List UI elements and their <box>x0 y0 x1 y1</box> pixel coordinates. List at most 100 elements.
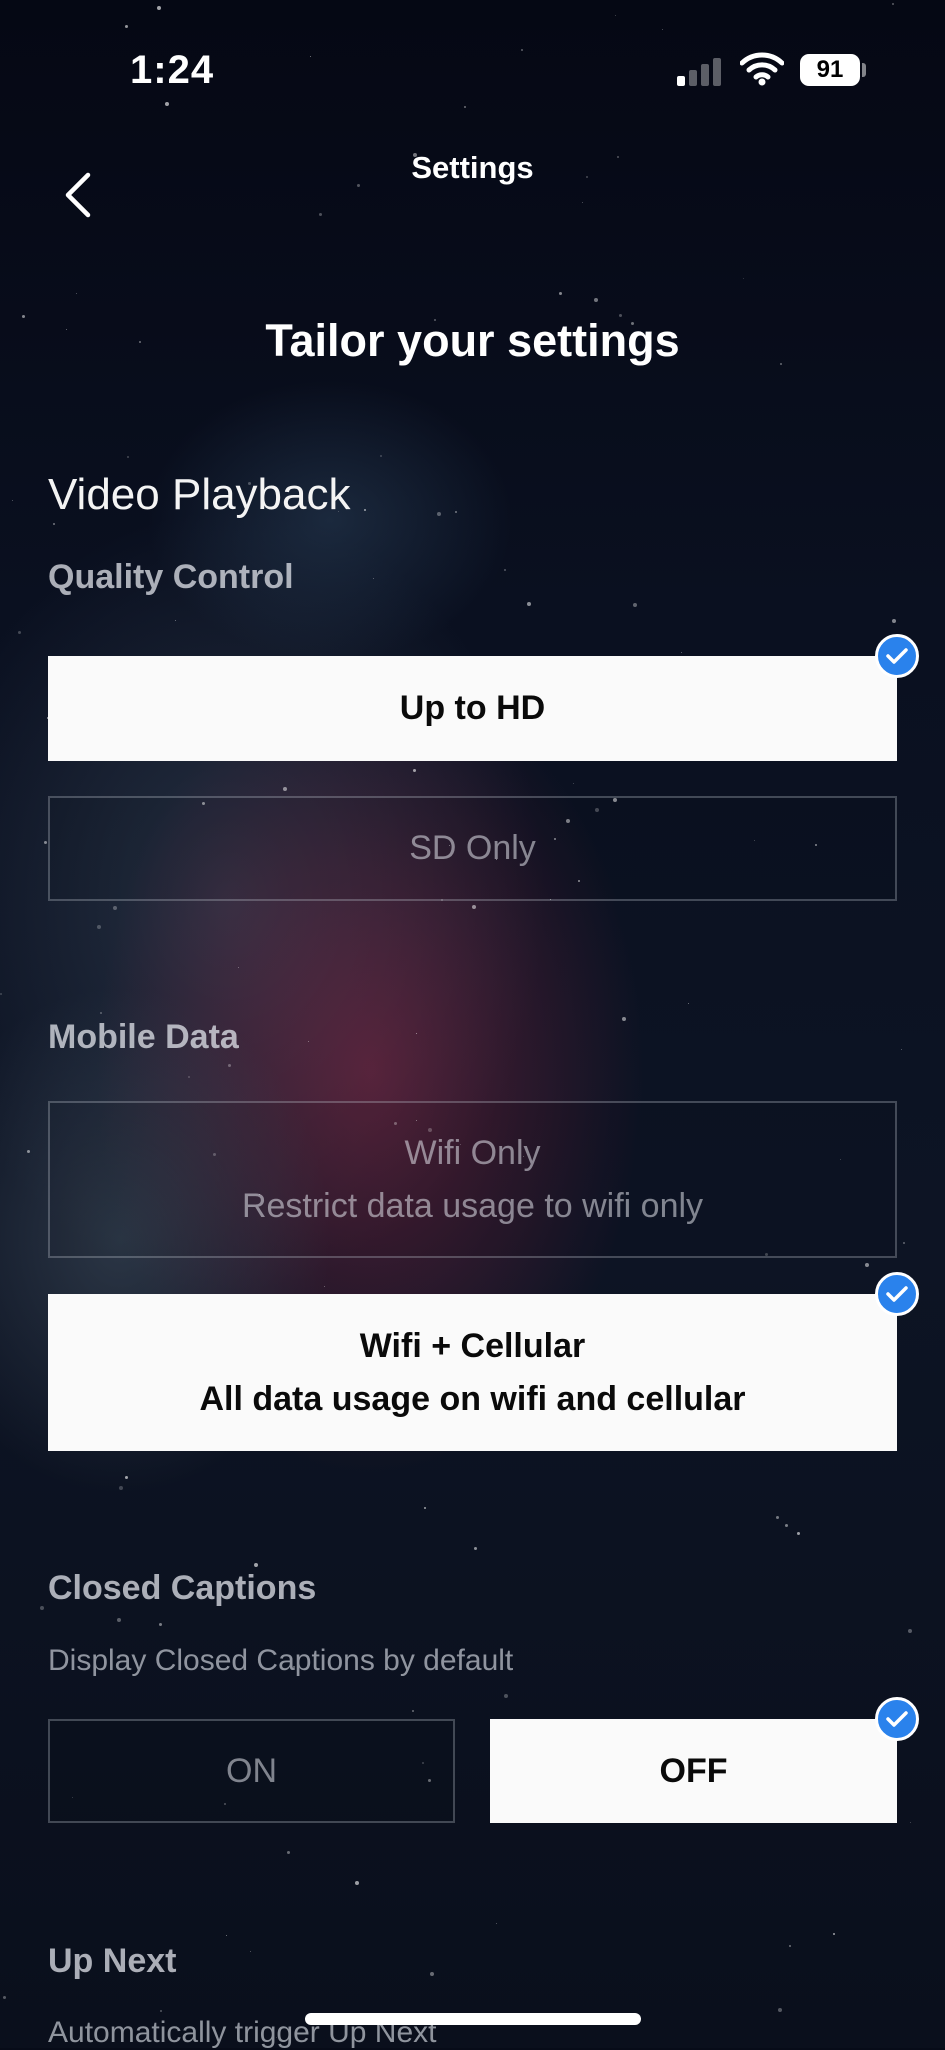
star-dot <box>892 619 896 623</box>
closed-captions-label: Closed Captions <box>48 1569 317 1607</box>
star-dot <box>504 1694 508 1698</box>
star-dot <box>504 569 506 571</box>
star-dot <box>474 1547 477 1550</box>
star-dot <box>527 602 531 606</box>
star-dot <box>573 783 574 784</box>
star-dot <box>364 509 366 511</box>
quality-option-label: Up to HD <box>399 689 546 727</box>
star-dot <box>27 1150 30 1153</box>
checkmark-icon <box>875 1272 919 1316</box>
captions-option-label: ON <box>226 1751 277 1790</box>
star-dot <box>12 500 13 501</box>
nav-title: Settings <box>411 150 534 185</box>
star-dot <box>865 1263 869 1267</box>
star-dot <box>226 1935 227 1936</box>
star-dot <box>594 298 598 302</box>
star-dot <box>53 523 55 525</box>
wifi-icon <box>739 52 785 86</box>
star-dot <box>319 213 322 216</box>
mobile-data-option-subtitle: All data usage on wifi and cellular <box>199 1379 746 1418</box>
up-next-label: Up Next <box>48 1942 177 1980</box>
star-dot <box>903 1242 905 1244</box>
star-dot <box>412 1710 414 1712</box>
star-dot <box>622 1017 626 1021</box>
star-dot <box>308 1041 309 1042</box>
star-dot <box>117 1618 121 1622</box>
captions-option-label: OFF <box>659 1751 728 1790</box>
star-dot <box>908 1629 912 1633</box>
star-dot <box>113 906 117 910</box>
star-dot <box>373 578 374 579</box>
star-dot <box>833 1933 835 1935</box>
star-dot <box>159 1623 162 1626</box>
star-dot <box>633 603 637 607</box>
star-dot <box>228 1064 231 1067</box>
star-dot <box>413 769 416 772</box>
star-dot <box>472 905 476 909</box>
mobile-data-option-wifi-only[interactable]: Wifi Only Restrict data usage to wifi on… <box>48 1101 897 1258</box>
star-dot <box>785 1524 788 1527</box>
star-dot <box>437 512 441 516</box>
star-dot <box>40 1606 44 1610</box>
star-dot <box>681 652 682 653</box>
star-dot <box>44 841 47 844</box>
page-heading: Tailor your settings <box>265 315 680 366</box>
star-dot <box>119 1486 123 1490</box>
star-dot <box>496 1923 497 1924</box>
star-dot <box>0 993 2 995</box>
star-dot <box>100 1012 102 1014</box>
status-time: 1:24 <box>130 48 215 92</box>
mobile-data-option-title: Wifi Only <box>404 1133 541 1172</box>
star-dot <box>355 1881 359 1885</box>
closed-captions-description: Display Closed Captions by default <box>48 1644 514 1677</box>
star-dot <box>430 1972 434 1976</box>
star-dot <box>254 1563 258 1567</box>
quality-control-label: Quality Control <box>48 558 294 596</box>
star-dot <box>789 1945 791 1947</box>
mobile-data-option-title: Wifi + Cellular <box>359 1326 586 1365</box>
checkmark-icon <box>875 1697 919 1741</box>
star-dot <box>250 1951 251 1952</box>
star-dot <box>743 278 744 279</box>
star-dot <box>287 1851 290 1854</box>
captions-option-off[interactable]: OFF <box>490 1719 897 1823</box>
star-dot <box>424 1507 426 1509</box>
star-dot <box>3 1996 6 1999</box>
star-dot <box>416 1033 417 1034</box>
star-dot <box>688 1003 689 1004</box>
battery-icon: 91 <box>800 54 860 86</box>
star-dot <box>778 2008 782 2012</box>
star-dot <box>76 293 77 294</box>
mobile-data-option-wifi-cellular[interactable]: Wifi + Cellular All data usage on wifi a… <box>48 1294 897 1451</box>
star-dot <box>324 1286 325 1287</box>
star-dot <box>175 620 176 621</box>
star-dot <box>97 925 101 929</box>
checkmark-icon <box>875 634 919 678</box>
star-dot <box>901 1049 902 1050</box>
star-dot <box>18 631 21 634</box>
star-dot <box>797 1532 800 1535</box>
section-title-video-playback: Video Playback <box>48 470 351 519</box>
star-dot <box>455 511 457 513</box>
star-dot <box>776 1516 779 1519</box>
star-dot <box>188 1076 190 1078</box>
star-dot <box>559 292 562 295</box>
star-dot <box>582 202 583 203</box>
star-dot <box>283 787 287 791</box>
cellular-signal-icon <box>677 56 727 86</box>
quality-option-label: SD Only <box>409 829 536 867</box>
quality-option-up-to-hd[interactable]: Up to HD <box>48 656 897 761</box>
star-dot <box>380 455 382 457</box>
home-indicator[interactable] <box>305 2013 641 2025</box>
mobile-data-option-subtitle: Restrict data usage to wifi only <box>241 1186 704 1225</box>
mobile-data-label: Mobile Data <box>48 1018 239 1056</box>
star-dot <box>238 967 239 968</box>
quality-option-sd-only[interactable]: SD Only <box>48 796 897 901</box>
battery-tip <box>862 63 866 77</box>
star-dot <box>910 1822 911 1823</box>
status-bar: 1:24 91 <box>0 0 945 120</box>
star-dot <box>160 2010 162 2012</box>
captions-option-on[interactable]: ON <box>48 1719 455 1823</box>
star-dot <box>127 456 129 458</box>
star-dot <box>125 1476 128 1479</box>
